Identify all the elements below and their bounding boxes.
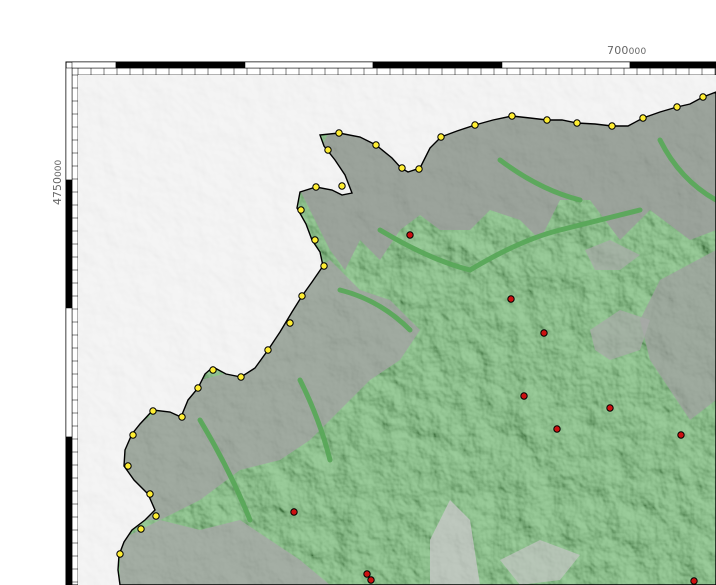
yellow-circle-icon[interactable] [335,129,343,137]
left-scale-segment [65,179,73,309]
easting-grid-label: 700000 [607,44,647,57]
yellow-circle-icon[interactable] [209,366,217,374]
red-circle-icon[interactable] [367,576,375,584]
yellow-circle-icon[interactable] [194,384,202,392]
yellow-circle-icon[interactable] [372,141,380,149]
yellow-circle-icon[interactable] [237,373,245,381]
red-circle-icon[interactable] [540,329,548,337]
left-scale-segment [65,307,73,438]
yellow-circle-icon[interactable] [699,93,707,101]
top-scale-segment [372,61,503,69]
yellow-circle-icon[interactable] [129,431,137,439]
yellow-circle-icon[interactable] [146,490,154,498]
red-circle-icon[interactable] [677,431,685,439]
relief-map [65,61,716,585]
yellow-circle-icon[interactable] [673,103,681,111]
red-circle-icon[interactable] [690,577,698,585]
top-scale-segment [629,61,716,69]
red-circle-icon[interactable] [553,425,561,433]
yellow-circle-icon[interactable] [311,236,319,244]
red-circle-icon[interactable] [290,508,298,516]
yellow-circle-icon[interactable] [137,525,145,533]
red-circle-icon[interactable] [606,404,614,412]
yellow-circle-icon[interactable] [152,512,160,520]
yellow-circle-icon[interactable] [320,262,328,270]
yellow-circle-icon[interactable] [437,133,445,141]
yellow-circle-icon[interactable] [124,462,132,470]
yellow-circle-icon[interactable] [415,165,423,173]
left-scale-segment [65,436,73,585]
top-scale-segment [244,61,374,69]
map-area [78,75,716,585]
yellow-circle-icon[interactable] [286,319,294,327]
yellow-circle-icon[interactable] [264,346,272,354]
top-scale-segment [501,61,631,69]
yellow-circle-icon[interactable] [116,550,124,558]
red-circle-icon[interactable] [363,570,371,578]
yellow-circle-icon[interactable] [639,114,647,122]
yellow-circle-icon[interactable] [398,164,406,172]
top-scale-segment [71,61,117,69]
yellow-circle-icon[interactable] [508,112,516,120]
red-circle-icon[interactable] [520,392,528,400]
yellow-circle-icon[interactable] [298,292,306,300]
yellow-circle-icon[interactable] [608,122,616,130]
top-scale-segment [115,61,246,69]
yellow-circle-icon[interactable] [312,183,320,191]
top-scale-bar [71,61,716,75]
left-scale-bar [65,67,78,585]
yellow-circle-icon[interactable] [149,407,157,415]
yellow-circle-icon[interactable] [178,413,186,421]
yellow-circle-icon[interactable] [297,206,305,214]
yellow-circle-icon[interactable] [324,146,332,154]
yellow-circle-icon[interactable] [543,116,551,124]
yellow-circle-icon[interactable] [338,182,346,190]
red-circle-icon[interactable] [406,231,414,239]
yellow-circle-icon[interactable] [471,121,479,129]
yellow-circle-icon[interactable] [573,119,581,127]
left-scale-segment [65,67,73,181]
northing-grid-label: 4750000 [51,159,64,205]
red-circle-icon[interactable] [507,295,515,303]
